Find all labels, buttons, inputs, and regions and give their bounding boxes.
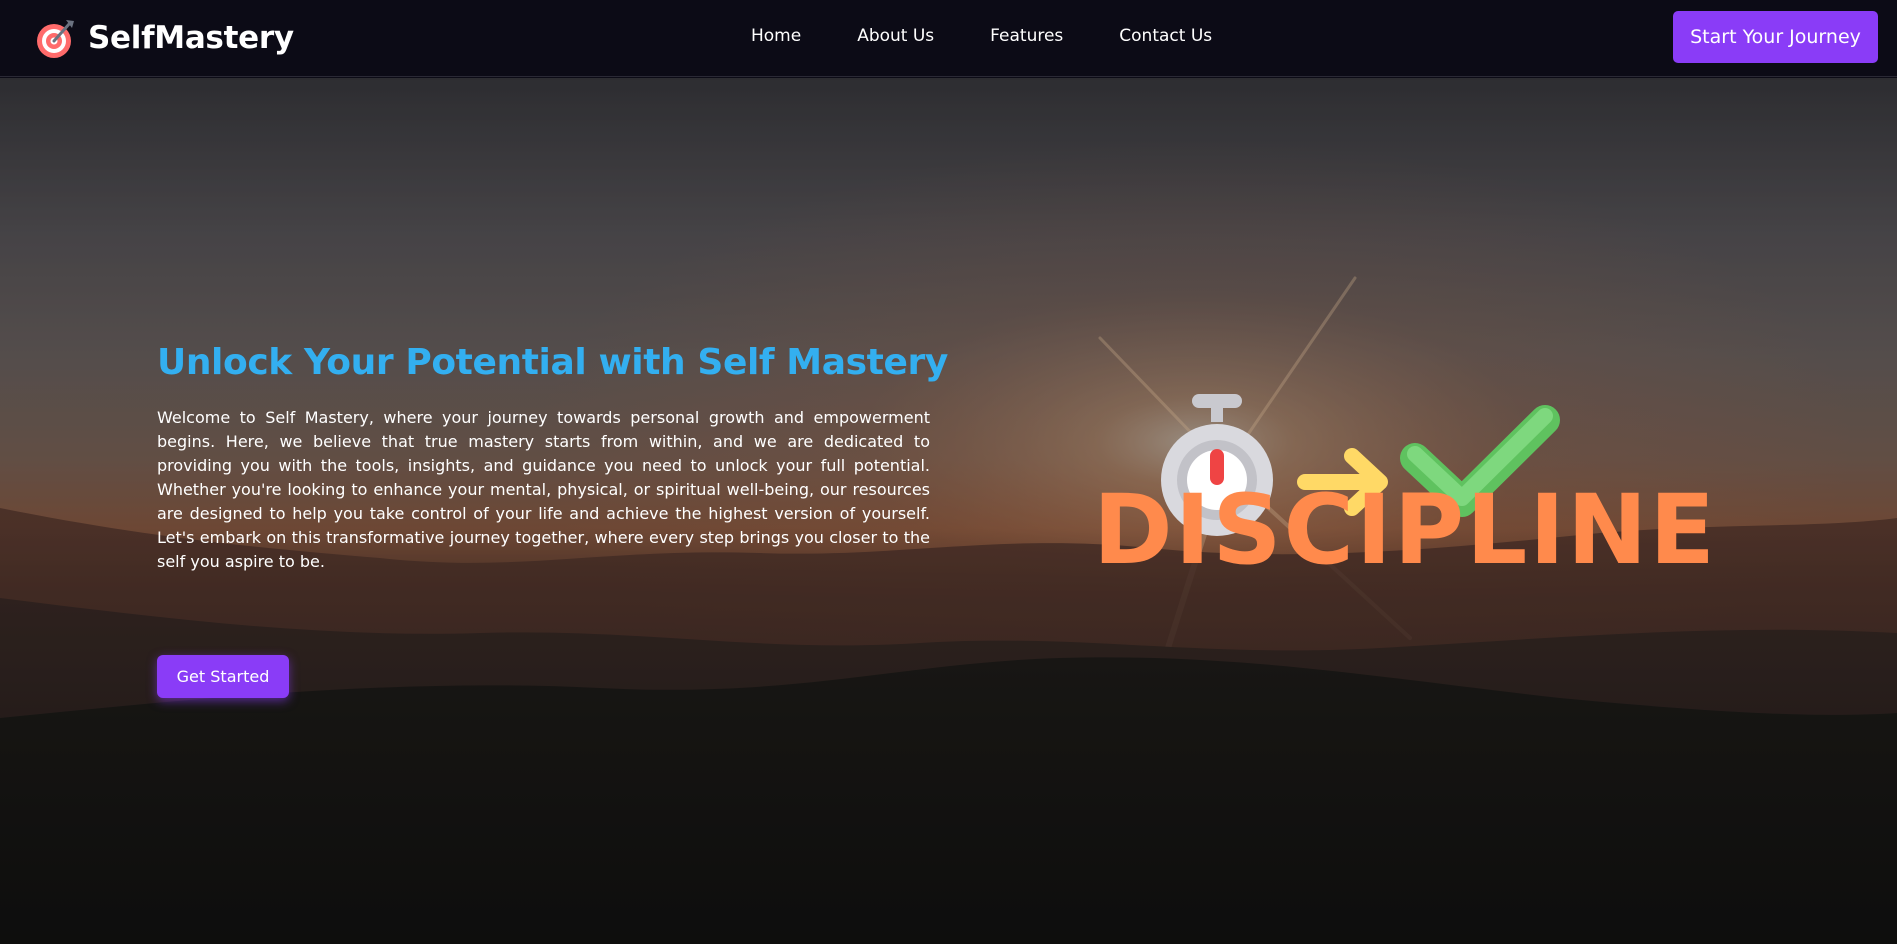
nav-home[interactable]: Home bbox=[751, 24, 801, 48]
target-dart-icon bbox=[37, 20, 74, 58]
navbar: SelfMastery Home About Us Features Conta… bbox=[0, 0, 1897, 77]
discipline-word: DISCIPLINE bbox=[1093, 474, 1717, 586]
hero-description: Welcome to Self Mastery, where your jour… bbox=[157, 408, 930, 571]
get-started-button[interactable]: Get Started bbox=[157, 655, 289, 698]
brand-name: SelfMastery bbox=[88, 20, 294, 56]
nav-about-us[interactable]: About Us bbox=[857, 24, 934, 48]
nav-contact-us[interactable]: Contact Us bbox=[1119, 24, 1212, 48]
brand-logo[interactable]: SelfMastery bbox=[36, 16, 294, 60]
start-journey-button[interactable]: Start Your Journey bbox=[1673, 11, 1878, 63]
page: SelfMastery Home About Us Features Conta… bbox=[0, 0, 1897, 944]
hero-title: Unlock Your Potential with Self Mastery bbox=[157, 342, 948, 383]
nav-features[interactable]: Features bbox=[990, 24, 1063, 48]
main-nav: Home About Us Features Contact Us bbox=[751, 24, 1212, 48]
